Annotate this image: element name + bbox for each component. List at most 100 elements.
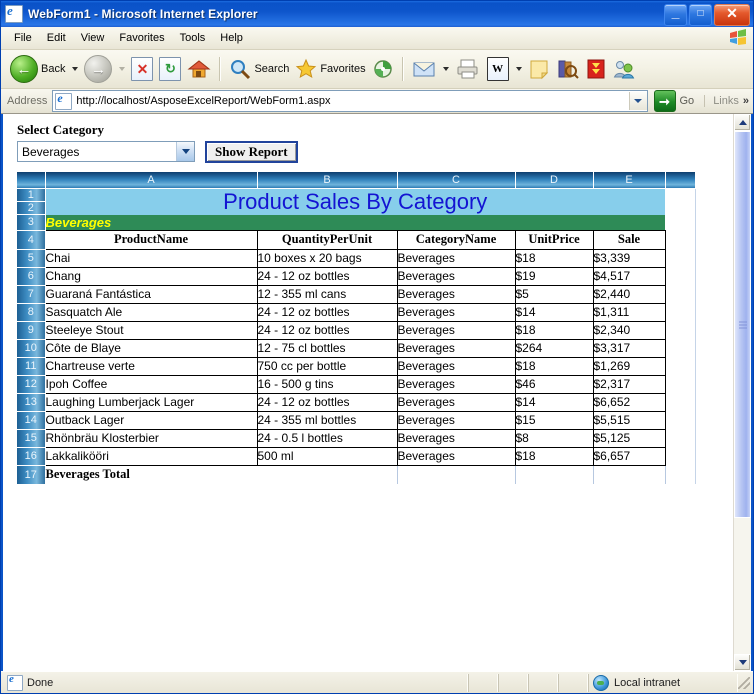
column-header-a[interactable]: A [45, 172, 258, 189]
table-row[interactable]: 14 Outback Lager 24 - 355 ml bottles Bev… [17, 410, 696, 430]
cell-categoryname[interactable]: Beverages [396, 374, 516, 394]
cell-sale[interactable]: $6,652 [592, 392, 666, 412]
menu-item-view[interactable]: View [74, 30, 112, 46]
scrollbar-thumb[interactable] [734, 131, 751, 519]
back-dropdown-icon[interactable] [72, 67, 79, 71]
stop-button[interactable]: ✕ [128, 52, 156, 86]
cell-categoryname[interactable]: Beverages [396, 248, 516, 268]
table-row[interactable]: 5 Chai 10 boxes x 20 bags Beverages $18 … [17, 248, 696, 268]
research-button[interactable] [553, 52, 583, 86]
cell-productname[interactable]: Chartreuse verte [44, 356, 258, 376]
select-chevron-down-icon[interactable] [176, 142, 194, 161]
table-row[interactable]: 12 Ipoh Coffee 16 - 500 g tins Beverages… [17, 374, 696, 394]
resize-grip-icon[interactable] [738, 676, 750, 689]
cell-productname[interactable]: Laughing Lumberjack Lager [44, 392, 258, 412]
links-button[interactable]: Links » [704, 95, 749, 107]
forward-button[interactable]: → [81, 52, 115, 86]
column-header-f[interactable] [665, 172, 696, 189]
row-header-11[interactable]: 11 [17, 357, 46, 376]
category-select[interactable]: Beverages [17, 141, 195, 162]
menu-item-edit[interactable]: Edit [40, 30, 73, 46]
row-header-17[interactable]: 17 [17, 465, 46, 485]
address-input[interactable]: http://localhost/AsposeExcelReport/WebFo… [52, 90, 648, 112]
cell-quantityperunit[interactable]: 10 boxes x 20 bags [256, 248, 398, 268]
table-row[interactable]: 6 Chang 24 - 12 oz bottles Beverages $19… [17, 266, 696, 286]
cell-unitprice[interactable]: $5 [514, 284, 594, 304]
cell-sale[interactable]: $3,339 [592, 248, 666, 268]
cell-unitprice[interactable]: $14 [514, 302, 594, 322]
cell-quantityperunit[interactable]: 16 - 500 g tins [256, 374, 398, 394]
row-header-8[interactable]: 8 [17, 303, 46, 322]
cell-productname[interactable]: Rhönbräu Klosterbier [44, 428, 258, 448]
cell-categoryname[interactable]: Beverages [396, 284, 516, 304]
cell-categoryname[interactable]: Beverages [396, 410, 516, 430]
row-header-6[interactable]: 6 [17, 267, 46, 286]
cell-categoryname[interactable]: Beverages [396, 428, 516, 448]
cell-unitprice[interactable]: $46 [514, 374, 594, 394]
table-row[interactable]: 10 Côte de Blaye 12 - 75 cl bottles Beve… [17, 338, 696, 358]
menu-item-help[interactable]: Help [213, 30, 250, 46]
cell-productname[interactable]: Ipoh Coffee [44, 374, 258, 394]
row-header-4[interactable]: 4 [17, 230, 46, 250]
maximize-button[interactable]: □ [689, 4, 712, 26]
cell-sale[interactable]: $4,517 [592, 266, 666, 286]
cell-unitprice[interactable]: $18 [514, 320, 594, 340]
row-header-13[interactable]: 13 [17, 393, 46, 412]
cell-categoryname[interactable]: Beverages [396, 338, 516, 358]
row-header-9[interactable]: 9 [17, 321, 46, 340]
cell-sale[interactable]: $3,317 [592, 338, 666, 358]
cell-categoryname[interactable]: Beverages [396, 266, 516, 286]
back-button[interactable]: ← Back [7, 52, 68, 86]
table-row[interactable]: 16 Lakkalikööri 500 ml Beverages $18 $6,… [17, 446, 696, 466]
print-button[interactable] [452, 52, 484, 86]
cell-productname[interactable]: Lakkalikööri [44, 446, 258, 466]
cell-sale[interactable]: $2,317 [592, 374, 666, 394]
cell-unitprice[interactable]: $15 [514, 410, 594, 430]
row-header-15[interactable]: 15 [17, 429, 46, 448]
cell-productname[interactable]: Chang [44, 266, 258, 286]
address-dropdown-button[interactable] [628, 92, 647, 110]
cell-unitprice[interactable]: $8 [514, 428, 594, 448]
close-button[interactable]: ✕ [714, 4, 750, 26]
cell-categoryname[interactable]: Beverages [396, 320, 516, 340]
cell-productname[interactable]: Sasquatch Ale [44, 302, 258, 322]
scroll-down-button[interactable] [734, 654, 751, 671]
mail-button[interactable] [409, 52, 439, 86]
cell-quantityperunit[interactable]: 24 - 0.5 l bottles [256, 428, 398, 448]
cell-quantityperunit[interactable]: 750 cc per bottle [256, 356, 398, 376]
cell-productname[interactable]: Chai [44, 248, 258, 268]
menu-item-favorites[interactable]: Favorites [112, 30, 171, 46]
table-row[interactable]: 8 Sasquatch Ale 24 - 12 oz bottles Bever… [17, 302, 696, 322]
scrollbar-track[interactable] [734, 131, 751, 654]
menu-item-tools[interactable]: Tools [173, 30, 213, 46]
menu-item-file[interactable]: File [7, 30, 39, 46]
cell-sale[interactable]: $1,269 [592, 356, 666, 376]
row-header-7[interactable]: 7 [17, 285, 46, 304]
download-button[interactable] [583, 52, 609, 86]
cell-unitprice[interactable]: $264 [514, 338, 594, 358]
row-header-3[interactable]: 3 [17, 214, 46, 231]
cell-quantityperunit[interactable]: 24 - 12 oz bottles [256, 302, 398, 322]
cell-unitprice[interactable]: $19 [514, 266, 594, 286]
vertical-scrollbar[interactable] [733, 114, 751, 671]
sheet-corner[interactable] [17, 172, 46, 189]
table-row[interactable]: 13 Laughing Lumberjack Lager 24 - 12 oz … [17, 392, 696, 412]
cell-categoryname[interactable]: Beverages [396, 392, 516, 412]
go-button[interactable]: ➞ Go [653, 90, 694, 112]
table-row[interactable]: 15 Rhönbräu Klosterbier 24 - 0.5 l bottl… [17, 428, 696, 448]
cell-quantityperunit[interactable]: 24 - 355 ml bottles [256, 410, 398, 430]
messenger-button[interactable] [609, 52, 639, 86]
cell-unitprice[interactable]: $18 [514, 248, 594, 268]
column-header-b[interactable]: B [257, 172, 398, 189]
row-header-12[interactable]: 12 [17, 375, 46, 394]
row-header-10[interactable]: 10 [17, 339, 46, 358]
table-row[interactable]: 7 Guaraná Fantástica 12 - 355 ml cans Be… [17, 284, 696, 304]
cell-productname[interactable]: Guaraná Fantástica [44, 284, 258, 304]
cell-productname[interactable]: Outback Lager [44, 410, 258, 430]
cell-productname[interactable]: Steeleye Stout [44, 320, 258, 340]
cell-productname[interactable]: Côte de Blaye [44, 338, 258, 358]
cell-sale[interactable]: $5,515 [592, 410, 666, 430]
show-report-button[interactable]: Show Report [205, 141, 298, 163]
cell-unitprice[interactable]: $14 [514, 392, 594, 412]
home-button[interactable] [184, 52, 214, 86]
